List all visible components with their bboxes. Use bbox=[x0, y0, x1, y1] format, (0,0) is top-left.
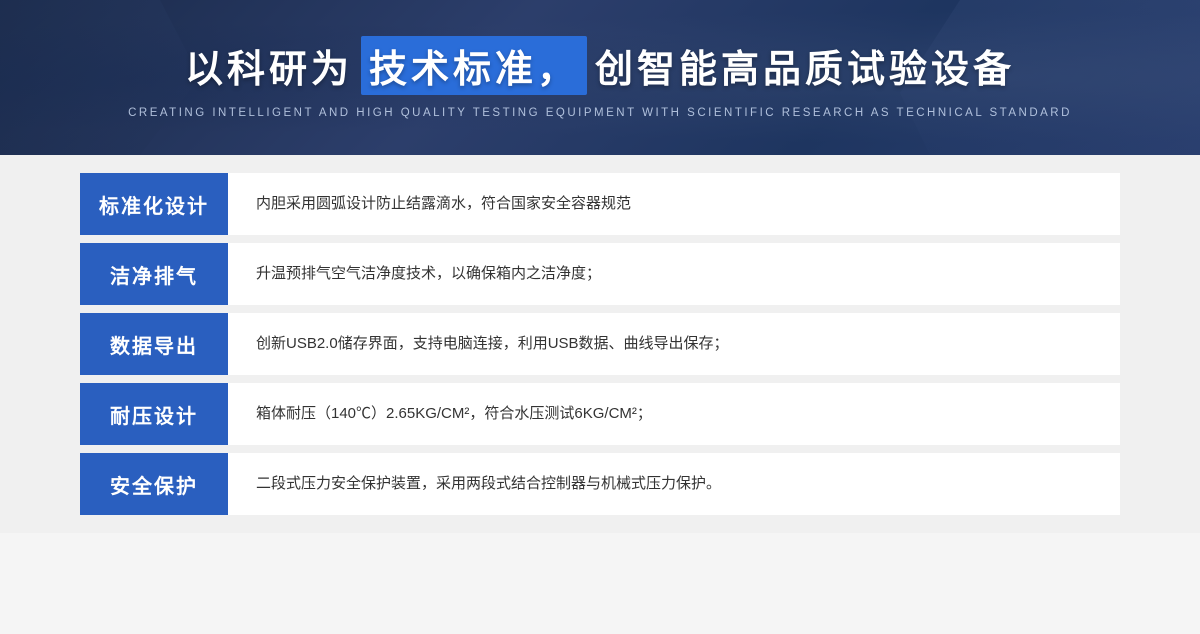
feature-row-1: 洁净排气 升温预排气空气洁净度技术，以确保箱内之洁净度； bbox=[80, 243, 1120, 305]
feature-label-3: 耐压设计 bbox=[80, 383, 228, 445]
features-section: 标准化设计 内胆采用圆弧设计防止结露滴水，符合国家安全容器规范 洁净排气 升温预… bbox=[0, 155, 1200, 533]
bg-decoration-left bbox=[0, 0, 200, 155]
feature-content-0: 内胆采用圆弧设计防止结露滴水，符合国家安全容器规范 bbox=[228, 173, 1120, 235]
feature-label-4: 安全保护 bbox=[80, 453, 228, 515]
feature-content-1: 升温预排气空气洁净度技术，以确保箱内之洁净度； bbox=[228, 243, 1120, 305]
feature-content-3: 箱体耐压（140℃）2.65KG/CM²，符合水压测试6KG/CM²； bbox=[228, 383, 1120, 445]
feature-content-2: 创新USB2.0储存界面，支持电脑连接，利用USB数据、曲线导出保存； bbox=[228, 313, 1120, 375]
feature-label-1: 洁净排气 bbox=[80, 243, 228, 305]
hero-subtitle: Creating Intelligent and High Quality Te… bbox=[128, 107, 1072, 119]
feature-label-0: 标准化设计 bbox=[80, 173, 228, 235]
feature-row-3: 耐压设计 箱体耐压（140℃）2.65KG/CM²，符合水压测试6KG/CM²； bbox=[80, 383, 1120, 445]
feature-row-2: 数据导出 创新USB2.0储存界面，支持电脑连接，利用USB数据、曲线导出保存； bbox=[80, 313, 1120, 375]
hero-banner: 以科研为 技术标准， 创智能高品质试验设备 Creating Intellige… bbox=[0, 0, 1200, 155]
feature-content-4: 二段式压力安全保护装置，采用两段式结合控制器与机械式压力保护。 bbox=[228, 453, 1120, 515]
feature-row-4: 安全保护 二段式压力安全保护装置，采用两段式结合控制器与机械式压力保护。 bbox=[80, 453, 1120, 515]
title-prefix: 以科研为 bbox=[185, 38, 353, 93]
feature-row-0: 标准化设计 内胆采用圆弧设计防止结露滴水，符合国家安全容器规范 bbox=[80, 173, 1120, 235]
feature-label-2: 数据导出 bbox=[80, 313, 228, 375]
title-suffix: 创智能高品质试验设备 bbox=[595, 38, 1015, 93]
title-highlight: 技术标准， bbox=[361, 36, 587, 95]
main-title: 以科研为 技术标准， 创智能高品质试验设备 bbox=[185, 36, 1015, 95]
